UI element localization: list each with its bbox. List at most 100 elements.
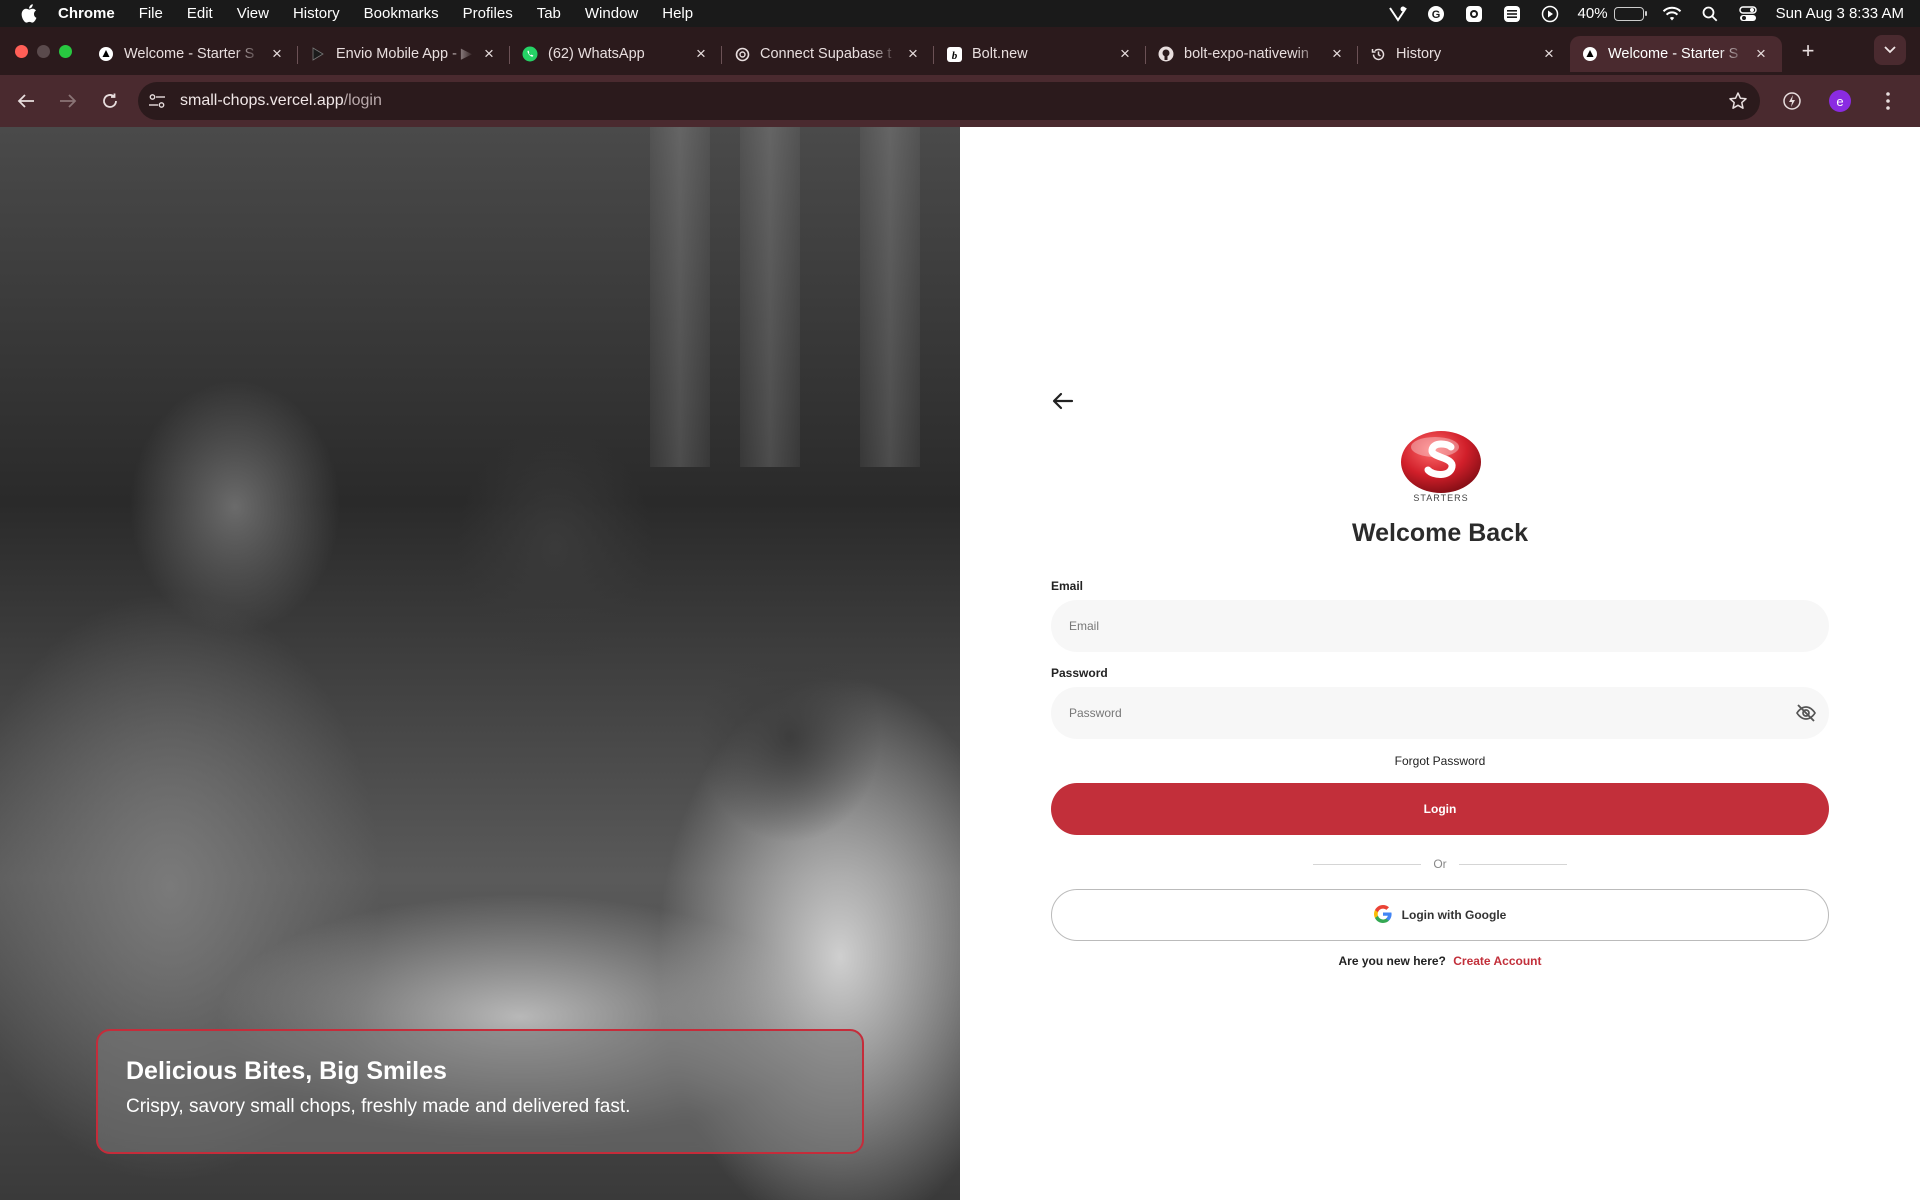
chrome-menu-icon[interactable] xyxy=(1870,83,1906,119)
menu-bookmarks[interactable]: Bookmarks xyxy=(364,5,439,22)
list-menu-icon[interactable] xyxy=(1502,4,1522,24)
svg-text:G: G xyxy=(1431,9,1440,21)
browser-tab[interactable]: Welcome - Starter S × xyxy=(86,36,298,72)
divider-line xyxy=(1458,863,1567,865)
tab-title: Welcome - Starter S xyxy=(124,46,255,62)
menu-profiles[interactable]: Profiles xyxy=(463,5,513,22)
menu-window[interactable]: Window xyxy=(585,5,638,22)
background-wood-panel xyxy=(740,127,800,467)
spotlight-search-icon[interactable] xyxy=(1700,4,1720,24)
close-tab-icon[interactable]: × xyxy=(480,45,498,63)
close-tab-icon[interactable]: × xyxy=(692,45,710,63)
menu-file[interactable]: File xyxy=(139,5,163,22)
control-center-icon[interactable] xyxy=(1738,4,1758,24)
signup-prompt: Are you new here? xyxy=(1338,954,1446,968)
browser-tab[interactable]: bolt-expo-nativewin × xyxy=(1146,36,1358,72)
tab-title: Connect Supabase t xyxy=(760,46,892,62)
hero-caption-card: Delicious Bites, Big Smiles Crispy, savo… xyxy=(96,1029,864,1154)
browser-tab[interactable]: Connect Supabase t × xyxy=(722,36,934,72)
forgot-password-link[interactable]: Forgot Password xyxy=(1051,754,1829,768)
back-arrow-icon[interactable] xyxy=(1051,389,1077,415)
menu-edit[interactable]: Edit xyxy=(187,5,213,22)
close-tab-icon[interactable]: × xyxy=(1328,45,1346,63)
browser-tab[interactable]: History × xyxy=(1358,36,1570,72)
menu-help[interactable]: Help xyxy=(662,5,693,22)
close-tab-icon[interactable]: × xyxy=(1752,45,1770,63)
openai-icon xyxy=(734,46,750,62)
bolt-icon: b xyxy=(946,46,962,62)
back-nav-button[interactable] xyxy=(6,81,46,121)
divider-line xyxy=(1313,863,1422,865)
logo-wordmark: STARTERS xyxy=(1413,493,1468,503)
battery-status[interactable]: 40% xyxy=(1577,5,1647,22)
window-controls xyxy=(15,44,72,58)
media-play-icon[interactable] xyxy=(1540,4,1560,24)
close-tab-icon[interactable]: × xyxy=(1116,45,1134,63)
reload-button[interactable] xyxy=(90,81,130,121)
email-label: Email xyxy=(1051,579,1084,593)
background-wood-panel xyxy=(650,127,710,467)
browser-tab[interactable]: (62) WhatsApp × xyxy=(510,36,722,72)
login-button-label: Login xyxy=(1423,802,1457,816)
grammarly-icon[interactable]: G xyxy=(1426,4,1446,24)
browser-tab-active[interactable]: Welcome - Starter S × xyxy=(1570,36,1782,72)
menu-tab[interactable]: Tab xyxy=(537,5,561,22)
wifi-icon[interactable] xyxy=(1662,4,1682,24)
menu-app-name[interactable]: Chrome xyxy=(58,5,115,22)
bookmark-star-icon[interactable] xyxy=(1728,91,1748,116)
menu-view[interactable]: View xyxy=(237,5,269,22)
chevron-down-icon xyxy=(1884,46,1896,54)
email-placeholder: Email xyxy=(1069,619,1100,633)
signup-row: Are you new here? Create Account xyxy=(1051,954,1829,968)
url-host: small-chops.vercel.app xyxy=(180,92,344,109)
github-icon xyxy=(1158,46,1174,62)
address-bar[interactable]: small-chops.vercel.app/login xyxy=(138,82,1760,120)
email-field[interactable]: Email xyxy=(1051,600,1829,652)
google-login-button[interactable]: Login with Google xyxy=(1051,889,1829,941)
eye-off-icon[interactable] xyxy=(1795,702,1817,724)
close-tab-icon[interactable]: × xyxy=(268,45,286,63)
close-tab-icon[interactable]: × xyxy=(904,45,922,63)
history-icon xyxy=(1370,46,1386,62)
zoom-window-button[interactable] xyxy=(59,44,72,58)
vpn-status-icon[interactable] xyxy=(1388,4,1408,24)
browser-tab[interactable]: b Bolt.new × xyxy=(934,36,1146,72)
apple-icon[interactable] xyxy=(20,4,46,23)
battery-percent: 40% xyxy=(1577,5,1608,22)
password-placeholder: Password xyxy=(1069,706,1122,720)
macos-menubar: Chrome File Edit View History Bookmarks … xyxy=(0,0,1920,27)
page-title: Welcome Back xyxy=(1351,519,1528,547)
close-tab-icon[interactable]: × xyxy=(1540,45,1558,63)
browser-tab[interactable]: Envio Mobile App - ▶ × xyxy=(298,36,510,72)
battery-icon xyxy=(1613,6,1647,21)
create-account-link[interactable]: Create Account xyxy=(1453,954,1541,968)
browser-toolbar: small-chops.vercel.app/login e xyxy=(0,75,1920,127)
or-divider: Or xyxy=(1313,857,1567,871)
login-button[interactable]: Login xyxy=(1051,783,1829,835)
extension-bolt-icon[interactable] xyxy=(1774,83,1810,119)
hero-subline: Crispy, savory small chops, freshly made… xyxy=(126,1096,631,1117)
tab-search-button[interactable] xyxy=(1874,35,1906,65)
google-button-label: Login with Google xyxy=(1401,908,1507,922)
tab-title: (62) WhatsApp xyxy=(548,46,645,62)
menu-history[interactable]: History xyxy=(293,5,340,22)
password-field[interactable]: Password xyxy=(1051,687,1829,739)
close-window-button[interactable] xyxy=(15,44,28,58)
minimize-window-button[interactable] xyxy=(37,44,50,58)
site-info-icon[interactable] xyxy=(142,86,172,116)
background-wood-panel xyxy=(860,127,920,467)
url-text[interactable]: small-chops.vercel.app/login xyxy=(180,92,382,110)
tab-title: Bolt.new xyxy=(972,46,1028,62)
forward-nav-button[interactable] xyxy=(48,81,88,121)
profile-button[interactable]: e xyxy=(1822,83,1858,119)
hero-headline: Delicious Bites, Big Smiles xyxy=(126,1057,447,1085)
new-tab-button[interactable]: + xyxy=(1794,38,1822,64)
hero-photo: Delicious Bites, Big Smiles Crispy, savo… xyxy=(0,127,960,1200)
settings-gear-icon[interactable] xyxy=(1464,4,1484,24)
tab-title: bolt-expo-nativewin xyxy=(1184,46,1309,62)
whatsapp-icon xyxy=(522,46,538,62)
menubar-clock[interactable]: Sun Aug 3 8:33 AM xyxy=(1776,5,1904,22)
avatar: e xyxy=(1829,90,1851,112)
forgot-password-text: Forgot Password xyxy=(1394,754,1486,768)
vercel-triangle-icon xyxy=(1582,46,1598,62)
